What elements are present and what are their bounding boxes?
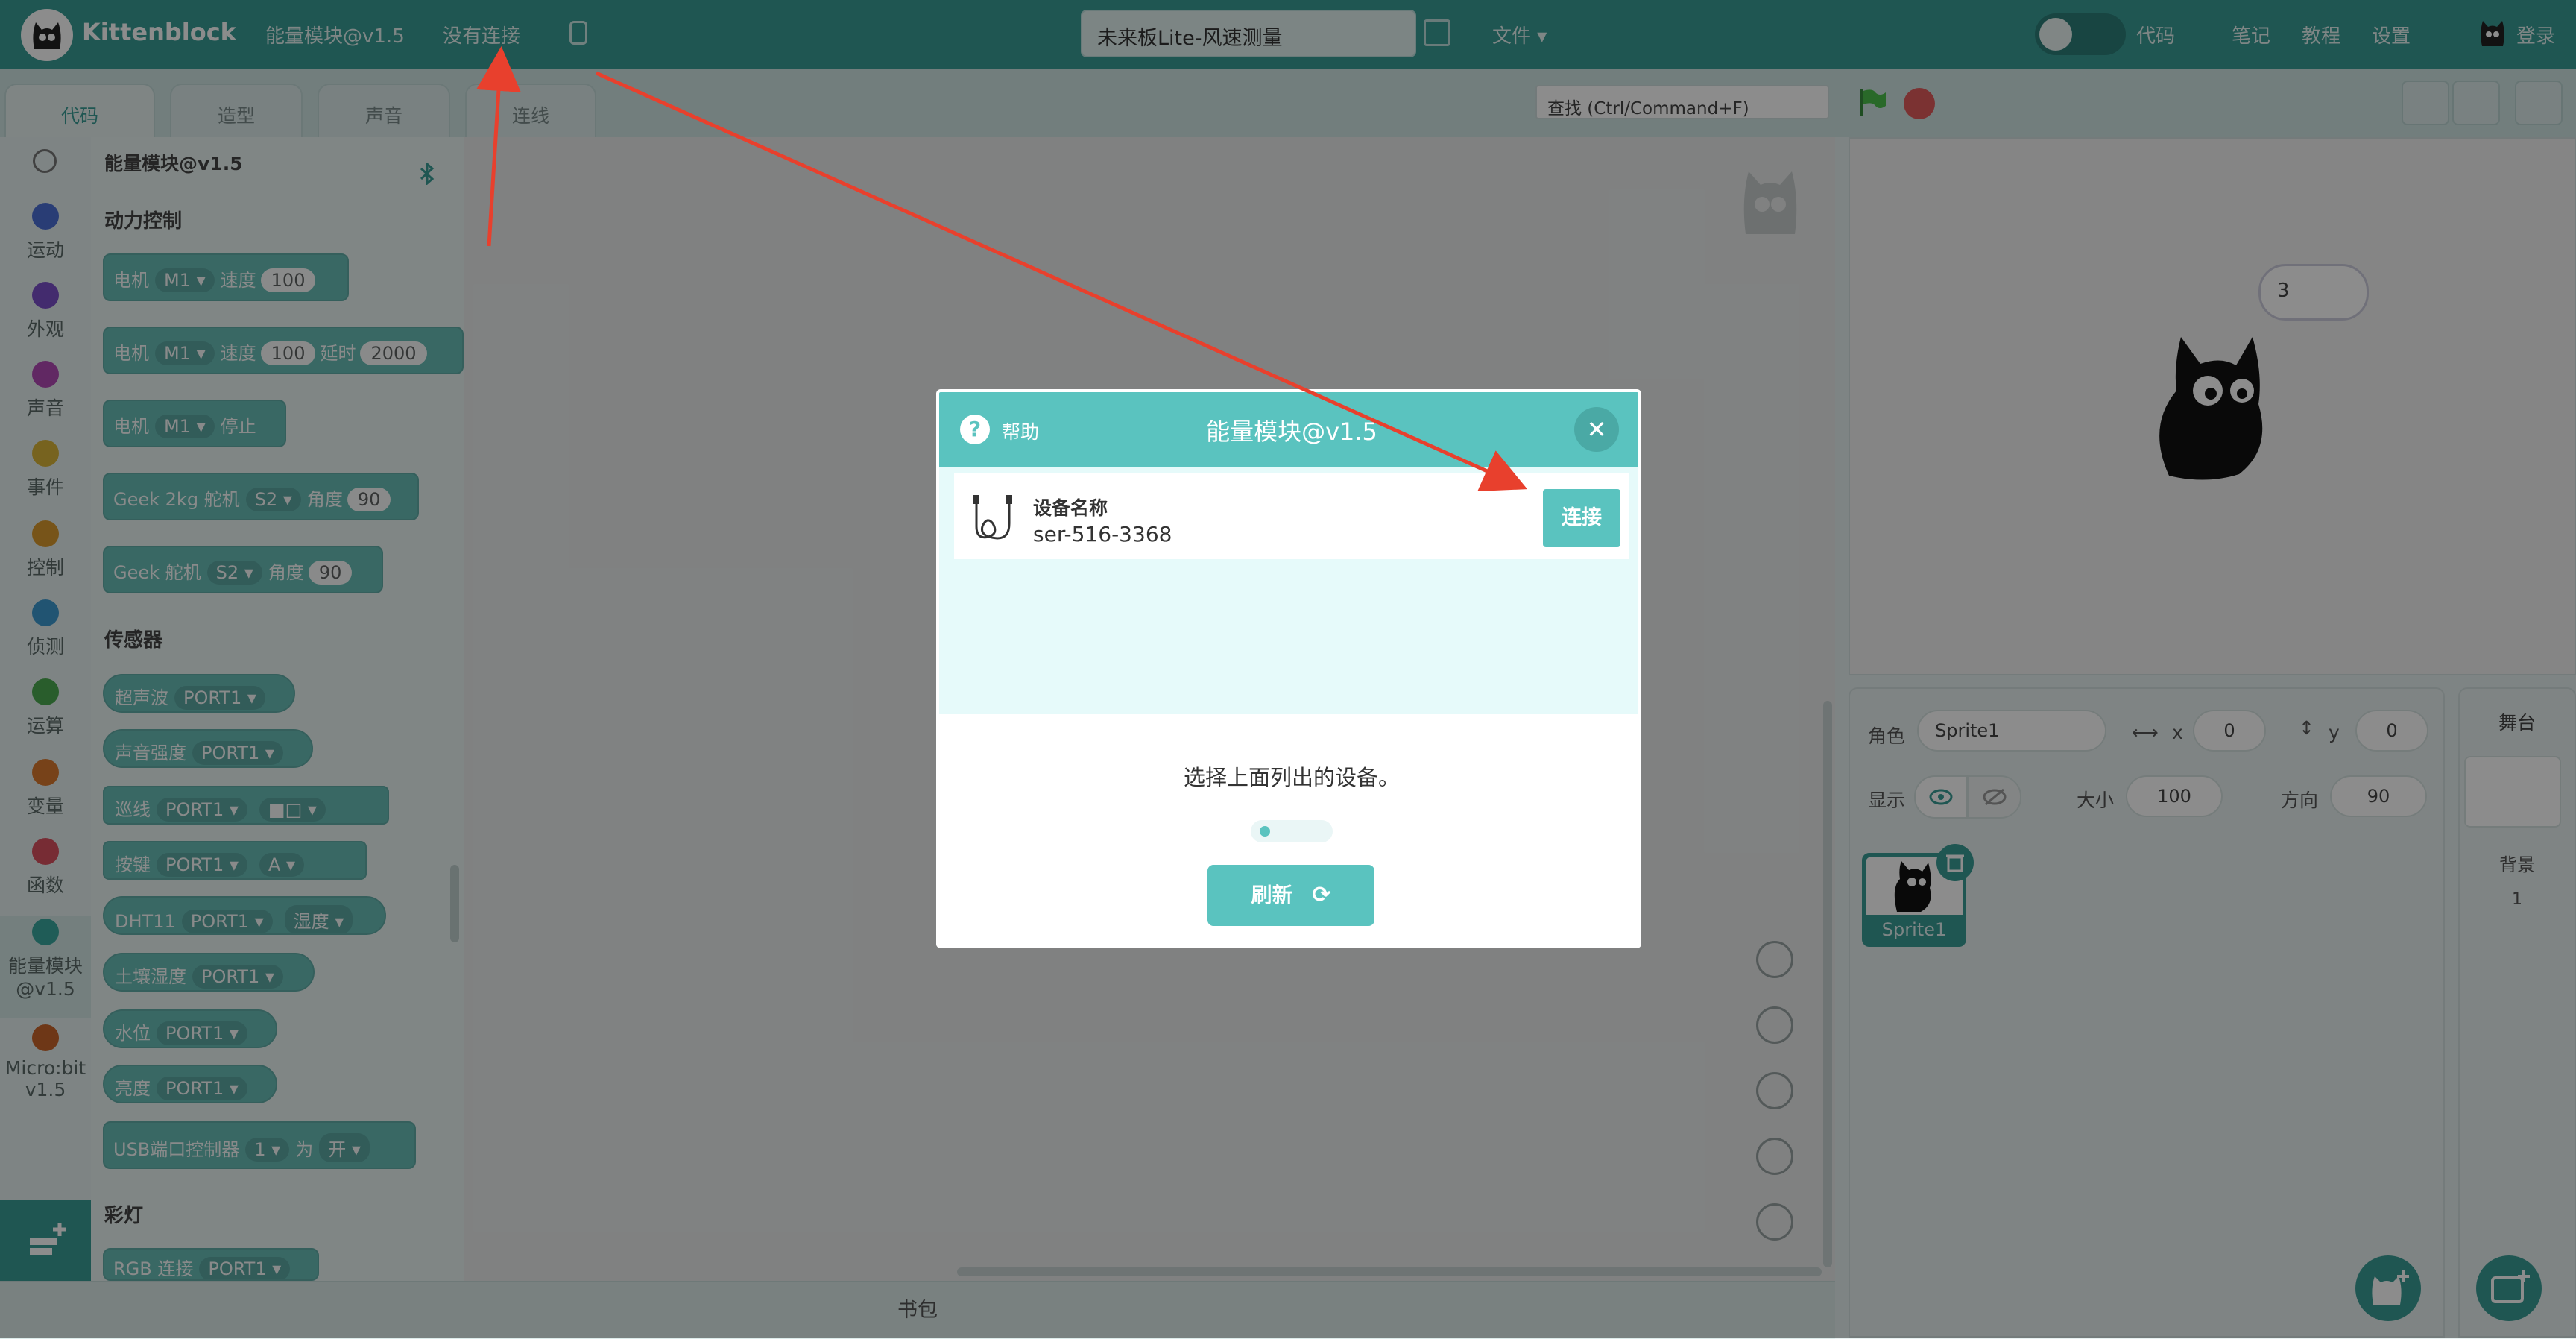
refresh-label: 刷新 xyxy=(1251,883,1293,907)
close-button[interactable]: ✕ xyxy=(1574,407,1619,452)
usb-cable-icon xyxy=(970,494,1017,543)
connect-button[interactable]: 连接 xyxy=(1543,489,1620,547)
device-name-label: 设备名称 xyxy=(1033,497,1108,519)
device-name: ser-516-3368 xyxy=(1033,522,1172,546)
modal-title: 能量模块@v1.5 xyxy=(1206,418,1377,446)
refresh-button[interactable]: 刷新 ⟳ xyxy=(1208,865,1374,926)
connection-modal: ? 帮助 能量模块@v1.5 ✕ 设备名称 ser-516-3368 连接 选择… xyxy=(936,389,1641,948)
scan-progress-dot xyxy=(1260,826,1270,837)
device-list: 设备名称 ser-516-3368 连接 xyxy=(939,467,1638,714)
device-row[interactable]: 设备名称 ser-516-3368 连接 xyxy=(954,473,1629,559)
refresh-icon: ⟳ xyxy=(1312,882,1331,908)
select-device-hint: 选择上面列出的设备。 xyxy=(1183,765,1400,790)
